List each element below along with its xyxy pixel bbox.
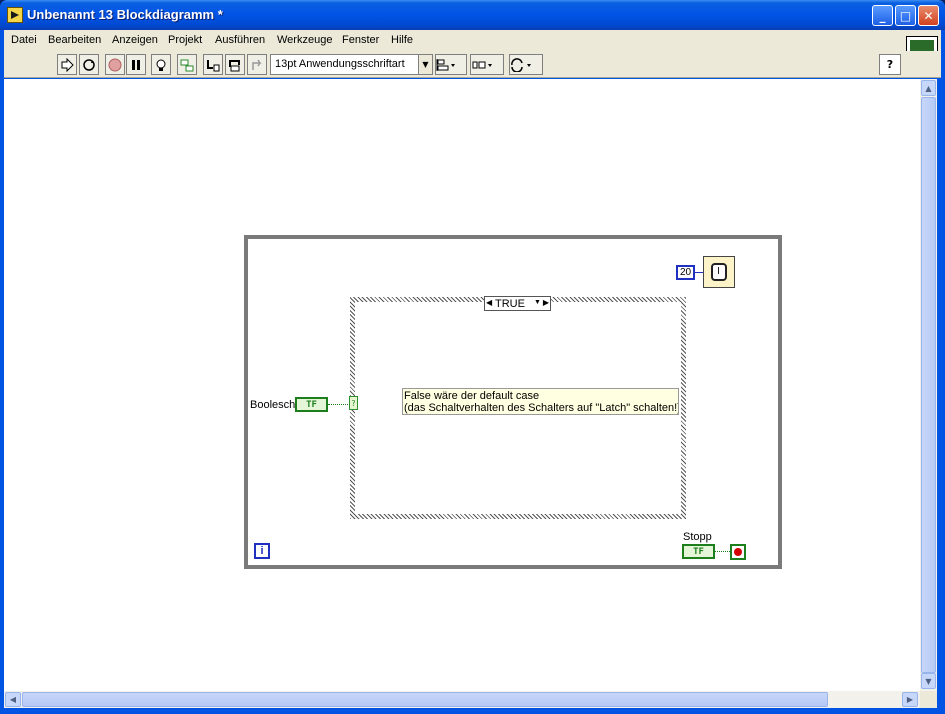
vertical-scroll-thumb[interactable] <box>921 97 936 673</box>
close-button[interactable]: ✕ <box>918 5 939 26</box>
probe-icon <box>180 59 194 71</box>
boolean-wire <box>328 404 350 405</box>
lightbulb-icon <box>156 59 166 71</box>
run-arrow-icon <box>61 57 74 72</box>
horizontal-scroll-thumb[interactable] <box>22 692 828 707</box>
reorder-button[interactable] <box>509 54 543 75</box>
boolean-terminal[interactable]: TF <box>295 397 328 412</box>
step-out-button[interactable] <box>247 54 267 75</box>
step-into-icon <box>207 59 220 71</box>
toolbar: 13pt Anwendungsschriftart ▼ ? <box>4 51 941 78</box>
step-over-icon <box>229 59 240 71</box>
font-select[interactable]: 13pt Anwendungsschriftart ▼ <box>270 54 433 75</box>
retain-wire-values-button[interactable] <box>177 54 197 75</box>
window: Unbenannt 13 Blockdiagramm * _ □ ✕ Datei… <box>0 0 945 714</box>
comment-line-2: (das Schaltverhalten des Schalters auf "… <box>404 402 679 414</box>
pause-button[interactable] <box>126 54 146 75</box>
run-continuously-icon <box>83 58 95 71</box>
run-button[interactable] <box>57 54 77 75</box>
scroll-right-icon[interactable]: ▶ <box>902 692 918 707</box>
menu-datei[interactable]: Datei <box>11 34 37 46</box>
horizontal-scrollbar[interactable]: ◀ ▶ <box>4 691 920 708</box>
case-next-arrow-icon[interactable]: ▶ <box>543 298 549 307</box>
scroll-left-icon[interactable]: ◀ <box>5 692 21 707</box>
case-selector-value: TRUE <box>495 298 525 310</box>
wait-wire <box>695 272 703 273</box>
reorder-icon <box>511 57 531 72</box>
vertical-scrollbar[interactable]: ▲ ▼ <box>920 79 937 691</box>
case-selector-terminal[interactable]: ? <box>349 396 358 410</box>
menu-werkzeuge[interactable]: Werkzeuge <box>277 34 332 46</box>
menu-projekt[interactable]: Projekt <box>168 34 202 46</box>
loop-condition-terminal[interactable] <box>730 544 746 560</box>
stopwatch-icon <box>711 263 727 281</box>
minimize-button[interactable]: _ <box>872 5 893 26</box>
menu-anzeigen[interactable]: Anzeigen <box>112 34 158 46</box>
wait-ms-constant[interactable]: 20 <box>676 265 695 280</box>
menu-ausfuehren[interactable]: Ausführen <box>215 34 265 46</box>
comment-line-1: False wäre der default case <box>404 390 540 402</box>
run-continuously-button[interactable] <box>79 54 99 75</box>
step-over-button[interactable] <box>225 54 245 75</box>
menu-bearbeiten[interactable]: Bearbeiten <box>48 34 101 46</box>
chevron-down-icon[interactable]: ▼ <box>534 299 541 306</box>
iteration-terminal[interactable]: i <box>254 543 270 559</box>
title-bar[interactable]: Unbenannt 13 Blockdiagramm * _ □ ✕ <box>0 0 945 30</box>
labview-icon <box>7 7 23 23</box>
boolean-label: Boolesch <box>250 399 296 411</box>
case-prev-arrow-icon[interactable]: ◀ <box>486 298 492 307</box>
menu-bar: Datei Bearbeiten Anzeigen Projekt Ausfüh… <box>4 30 941 68</box>
stop-label: Stopp <box>683 531 712 543</box>
stop-wire <box>715 551 730 552</box>
align-objects-icon <box>436 58 455 71</box>
abort-button[interactable] <box>105 54 125 75</box>
abort-stop-icon <box>108 58 122 71</box>
wait-ms-node[interactable] <box>703 256 735 288</box>
pause-icon <box>132 59 140 70</box>
highlight-execution-button[interactable] <box>151 54 171 75</box>
menu-hilfe[interactable]: Hilfe <box>391 34 413 46</box>
free-label-comment[interactable]: False wäre der default case (das Schaltv… <box>402 388 679 415</box>
align-objects-button[interactable] <box>435 54 467 75</box>
chevron-down-icon: ▼ <box>418 55 432 74</box>
step-into-button[interactable] <box>203 54 223 75</box>
context-help-button[interactable]: ? <box>879 54 901 75</box>
step-out-icon <box>252 59 262 70</box>
case-selector-label[interactable]: ◀ TRUE ▼ ▶ <box>484 296 551 311</box>
window-title: Unbenannt 13 Blockdiagramm * <box>27 7 223 22</box>
scroll-down-icon[interactable]: ▼ <box>921 673 936 689</box>
distribute-objects-button[interactable] <box>470 54 504 75</box>
font-select-value: 13pt Anwendungsschriftart <box>275 58 405 70</box>
menu-fenster[interactable]: Fenster <box>342 34 379 46</box>
maximize-button[interactable]: □ <box>895 5 916 26</box>
scrollbar-corner <box>920 691 937 708</box>
scroll-up-icon[interactable]: ▲ <box>921 80 936 96</box>
distribute-objects-icon <box>472 61 492 68</box>
stop-terminal[interactable]: TF <box>682 544 715 559</box>
